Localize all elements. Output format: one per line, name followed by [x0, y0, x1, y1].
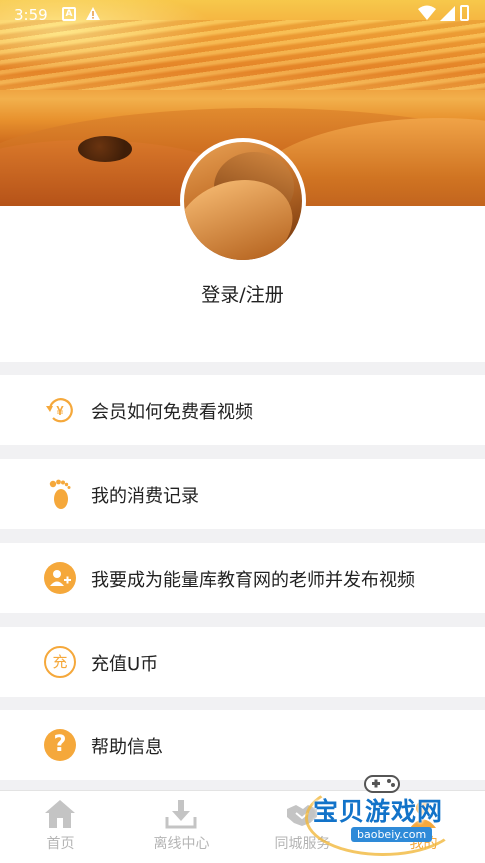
- menu-item-label: 我的消费记录: [91, 486, 199, 507]
- menu-item-label: 充值U币: [91, 654, 159, 675]
- download-icon: [165, 800, 197, 829]
- svg-text:¥: ¥: [56, 403, 64, 418]
- a-icon: A: [62, 7, 76, 21]
- person-icon: [410, 801, 436, 828]
- bottom-nav: 首页 离线中心 同城服务 我的: [0, 790, 485, 863]
- add-user-icon: [44, 562, 76, 594]
- tab-label: 首页: [46, 836, 75, 852]
- banner-bush: [78, 136, 132, 162]
- tab-local-service[interactable]: 同城服务: [242, 791, 363, 863]
- menu-item-recharge[interactable]: 充 充值U币: [0, 627, 485, 697]
- status-bar: 3:59 A: [0, 0, 485, 30]
- yen-refresh-icon: ¥: [46, 398, 73, 423]
- battery-icon: [460, 5, 469, 21]
- tab-mine[interactable]: 我的: [363, 791, 484, 863]
- avatar[interactable]: [180, 138, 306, 264]
- menu-item-label: 我要成为能量库教育网的老师并发布视频: [91, 570, 415, 591]
- login-register-link[interactable]: 登录/注册: [0, 280, 485, 307]
- signal-icon: [440, 6, 455, 21]
- menu-item-label: 会员如何免费看视频: [91, 402, 253, 423]
- warning-icon: [86, 7, 100, 20]
- menu-item-free-video[interactable]: ¥ 会员如何免费看视频: [0, 375, 485, 445]
- footprint-icon: [49, 479, 71, 509]
- tab-label: 离线中心: [153, 836, 210, 852]
- tab-label: 我的: [409, 836, 438, 852]
- menu-item-label: 帮助信息: [91, 737, 163, 758]
- tab-home[interactable]: 首页: [0, 791, 121, 863]
- wifi-icon: [418, 5, 436, 20]
- recharge-icon: 充: [44, 646, 76, 678]
- tab-offline-center[interactable]: 离线中心: [121, 791, 242, 863]
- help-icon: ?: [44, 729, 76, 761]
- banner-clouds: [0, 20, 485, 90]
- tab-label: 同城服务: [274, 836, 331, 852]
- home-icon: [45, 800, 75, 828]
- menu-item-become-teacher[interactable]: 我要成为能量库教育网的老师并发布视频: [0, 543, 485, 613]
- handshake-icon: [287, 805, 317, 826]
- status-time: 3:59: [14, 6, 48, 24]
- menu-item-help[interactable]: ? 帮助信息: [0, 710, 485, 780]
- menu-item-consumption-record[interactable]: 我的消费记录: [0, 459, 485, 529]
